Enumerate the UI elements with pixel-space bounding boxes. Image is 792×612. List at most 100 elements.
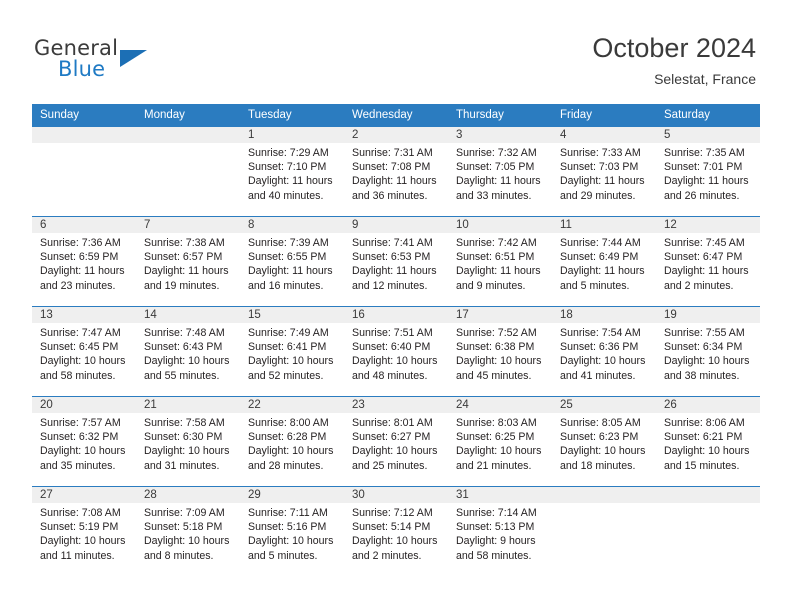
sunrise-text: Sunrise: 7:39 AM bbox=[248, 237, 329, 249]
sunset-text: Sunset: 5:18 PM bbox=[144, 521, 223, 534]
daylight-text-line1: Daylight: 11 hours bbox=[560, 175, 645, 188]
sunset-text: Sunset: 6:51 PM bbox=[456, 251, 535, 264]
sunset-text: Sunset: 6:27 PM bbox=[352, 431, 431, 444]
day-number bbox=[552, 487, 656, 503]
daylight-text-line2: and 5 minutes. bbox=[560, 279, 630, 292]
day-number: 19 bbox=[656, 307, 760, 323]
day-number: 29 bbox=[240, 487, 344, 503]
day-number: 6 bbox=[32, 217, 136, 233]
daylight-text-line1: Daylight: 10 hours bbox=[144, 355, 230, 368]
day-number: 10 bbox=[448, 217, 552, 233]
calendar-day-cell[interactable]: 30 Sunrise: 7:12 AM Sunset: 5:14 PM Dayligh… bbox=[344, 486, 448, 576]
calendar-day-cell[interactable]: 20 Sunrise: 7:57 AM Sunset: 6:32 PM Dayligh… bbox=[32, 396, 136, 487]
calendar-day-cell[interactable]: 12 Sunrise: 7:45 AM Sunset: 6:47 PM Dayligh… bbox=[656, 216, 760, 307]
daylight-text-line1: Daylight: 10 hours bbox=[40, 445, 126, 458]
day-cell-inner: 10 Sunrise: 7:42 AM Sunset: 6:51 PM Dayligh… bbox=[448, 217, 552, 306]
day-cell-inner: 5 Sunrise: 7:35 AM Sunset: 7:01 PM Daylight… bbox=[656, 127, 760, 216]
calendar-day-cell[interactable]: 11 Sunrise: 7:44 AM Sunset: 6:49 PM Dayligh… bbox=[552, 216, 656, 307]
sunrise-text: Sunrise: 7:54 AM bbox=[560, 327, 641, 339]
calendar-day-cell[interactable]: 15 Sunrise: 7:49 AM Sunset: 6:41 PM Dayligh… bbox=[240, 306, 344, 397]
calendar-day-cell[interactable]: 13 Sunrise: 7:47 AM Sunset: 6:45 PM Dayligh… bbox=[32, 306, 136, 397]
calendar-day-cell[interactable]: 9 Sunrise: 7:41 AM Sunset: 6:53 PM Daylight… bbox=[344, 216, 448, 307]
calendar-day-cell[interactable]: 5 Sunrise: 7:35 AM Sunset: 7:01 PM Daylight… bbox=[656, 127, 760, 217]
calendar-day-cell[interactable]: 3 Sunrise: 7:32 AM Sunset: 7:05 PM Daylight… bbox=[448, 127, 552, 217]
day-number bbox=[656, 487, 760, 503]
sunrise-text: Sunrise: 7:33 AM bbox=[560, 147, 641, 159]
day-details: Sunrise: 7:44 AM Sunset: 6:49 PM Daylight:… bbox=[552, 233, 656, 293]
calendar-day-cell[interactable]: 29 Sunrise: 7:11 AM Sunset: 5:16 PM Dayligh… bbox=[240, 486, 344, 576]
day-number: 1 bbox=[240, 127, 344, 143]
calendar-day-cell[interactable]: 6 Sunrise: 7:36 AM Sunset: 6:59 PM Daylight… bbox=[32, 216, 136, 307]
daylight-text-line1: Daylight: 10 hours bbox=[248, 445, 334, 458]
day-number: 9 bbox=[344, 217, 448, 233]
calendar-day-cell[interactable]: 25 Sunrise: 8:05 AM Sunset: 6:23 PM Dayligh… bbox=[552, 396, 656, 487]
calendar-day-cell[interactable]: 10 Sunrise: 7:42 AM Sunset: 6:51 PM Dayligh… bbox=[448, 216, 552, 307]
sunrise-text: Sunrise: 7:42 AM bbox=[456, 237, 537, 249]
calendar-day-cell[interactable]: 27 Sunrise: 7:08 AM Sunset: 5:19 PM Dayligh… bbox=[32, 486, 136, 576]
sunset-text: Sunset: 6:43 PM bbox=[144, 341, 223, 354]
day-number: 2 bbox=[344, 127, 448, 143]
day-number: 14 bbox=[136, 307, 240, 323]
day-details: Sunrise: 7:14 AM Sunset: 5:13 PM Daylight:… bbox=[448, 503, 552, 563]
day-cell-inner: 11 Sunrise: 7:44 AM Sunset: 6:49 PM Dayligh… bbox=[552, 217, 656, 306]
day-cell-inner: 12 Sunrise: 7:45 AM Sunset: 6:47 PM Dayligh… bbox=[656, 217, 760, 306]
sunset-text: Sunset: 6:32 PM bbox=[40, 431, 119, 444]
day-cell-inner: 25 Sunrise: 8:05 AM Sunset: 6:23 PM Dayligh… bbox=[552, 397, 656, 486]
day-cell-inner bbox=[552, 487, 656, 576]
daylight-text-line2: and 18 minutes. bbox=[560, 459, 636, 472]
day-cell-inner: 22 Sunrise: 8:00 AM Sunset: 6:28 PM Dayligh… bbox=[240, 397, 344, 486]
day-number: 27 bbox=[32, 487, 136, 503]
calendar-day-cell[interactable]: 18 Sunrise: 7:54 AM Sunset: 6:36 PM Dayligh… bbox=[552, 306, 656, 397]
sunset-text: Sunset: 6:59 PM bbox=[40, 251, 119, 264]
day-number: 25 bbox=[552, 397, 656, 413]
calendar-day-cell[interactable]: 26 Sunrise: 8:06 AM Sunset: 6:21 PM Dayligh… bbox=[656, 396, 760, 487]
day-cell-inner: 31 Sunrise: 7:14 AM Sunset: 5:13 PM Dayligh… bbox=[448, 487, 552, 576]
daylight-text-line2: and 40 minutes. bbox=[248, 189, 324, 202]
generalblue-logo[interactable]: General Blue bbox=[34, 36, 154, 84]
sunset-text: Sunset: 5:16 PM bbox=[248, 521, 327, 534]
day-details: Sunrise: 7:31 AM Sunset: 7:08 PM Daylight:… bbox=[344, 143, 448, 203]
sunset-text: Sunset: 6:21 PM bbox=[664, 431, 743, 444]
day-cell-inner: 19 Sunrise: 7:55 AM Sunset: 6:34 PM Dayligh… bbox=[656, 307, 760, 396]
calendar-day-cell[interactable]: 17 Sunrise: 7:52 AM Sunset: 6:38 PM Dayligh… bbox=[448, 306, 552, 397]
calendar-day-cell[interactable]: 21 Sunrise: 7:58 AM Sunset: 6:30 PM Dayligh… bbox=[136, 396, 240, 487]
day-details: Sunrise: 7:48 AM Sunset: 6:43 PM Daylight:… bbox=[136, 323, 240, 383]
sunset-text: Sunset: 6:28 PM bbox=[248, 431, 327, 444]
daylight-text-line2: and 9 minutes. bbox=[456, 279, 526, 292]
sunrise-text: Sunrise: 7:52 AM bbox=[456, 327, 537, 339]
calendar-day-cell[interactable]: 28 Sunrise: 7:09 AM Sunset: 5:18 PM Dayligh… bbox=[136, 486, 240, 576]
daylight-text-line1: Daylight: 11 hours bbox=[352, 265, 437, 278]
calendar-header-row: Sunday Monday Tuesday Wednesday Thursday Frid… bbox=[32, 104, 760, 127]
sunrise-text: Sunrise: 7:44 AM bbox=[560, 237, 641, 249]
day-number bbox=[32, 127, 136, 143]
calendar-day-cell[interactable]: 16 Sunrise: 7:51 AM Sunset: 6:40 PM Dayligh… bbox=[344, 306, 448, 397]
daylight-text-line1: Daylight: 11 hours bbox=[144, 265, 229, 278]
calendar-day-cell[interactable]: 23 Sunrise: 8:01 AM Sunset: 6:27 PM Dayligh… bbox=[344, 396, 448, 487]
calendar-table: Sunday Monday Tuesday Wednesday Thursday Frid… bbox=[32, 104, 760, 576]
calendar-day-cell[interactable]: 19 Sunrise: 7:55 AM Sunset: 6:34 PM Dayligh… bbox=[656, 306, 760, 397]
calendar-day-cell[interactable]: 31 Sunrise: 7:14 AM Sunset: 5:13 PM Dayligh… bbox=[448, 486, 552, 576]
daylight-text-line2: and 48 minutes. bbox=[352, 369, 428, 382]
calendar-day-cell[interactable]: 8 Sunrise: 7:39 AM Sunset: 6:55 PM Daylight… bbox=[240, 216, 344, 307]
calendar-day-cell[interactable]: 7 Sunrise: 7:38 AM Sunset: 6:57 PM Daylight… bbox=[136, 216, 240, 307]
calendar-day-cell[interactable]: 2 Sunrise: 7:31 AM Sunset: 7:08 PM Daylight… bbox=[344, 127, 448, 217]
day-cell-inner bbox=[136, 127, 240, 216]
calendar-day-cell[interactable]: 1 Sunrise: 7:29 AM Sunset: 7:10 PM Daylight… bbox=[240, 127, 344, 217]
sunset-text: Sunset: 6:41 PM bbox=[248, 341, 327, 354]
daylight-text-line2: and 36 minutes. bbox=[352, 189, 428, 202]
sunset-text: Sunset: 5:14 PM bbox=[352, 521, 431, 534]
calendar-day-cell[interactable]: 24 Sunrise: 8:03 AM Sunset: 6:25 PM Dayligh… bbox=[448, 396, 552, 487]
daylight-text-line1: Daylight: 9 hours bbox=[456, 535, 536, 548]
sunset-text: Sunset: 6:23 PM bbox=[560, 431, 639, 444]
calendar-day-cell[interactable]: 22 Sunrise: 8:00 AM Sunset: 6:28 PM Dayligh… bbox=[240, 396, 344, 487]
daylight-text-line1: Daylight: 11 hours bbox=[40, 265, 125, 278]
day-number: 23 bbox=[344, 397, 448, 413]
day-details: Sunrise: 7:39 AM Sunset: 6:55 PM Daylight:… bbox=[240, 233, 344, 293]
calendar-week-row: 27 Sunrise: 7:08 AM Sunset: 5:19 PM Dayligh… bbox=[32, 486, 760, 576]
weekday-header-wednesday: Wednesday bbox=[344, 104, 448, 127]
calendar-day-cell[interactable]: 14 Sunrise: 7:48 AM Sunset: 6:43 PM Dayligh… bbox=[136, 306, 240, 397]
day-details: Sunrise: 7:58 AM Sunset: 6:30 PM Daylight:… bbox=[136, 413, 240, 473]
sunrise-text: Sunrise: 7:12 AM bbox=[352, 507, 433, 519]
calendar-day-cell[interactable]: 4 Sunrise: 7:33 AM Sunset: 7:03 PM Daylight… bbox=[552, 127, 656, 217]
daylight-text-line1: Daylight: 11 hours bbox=[248, 175, 333, 188]
